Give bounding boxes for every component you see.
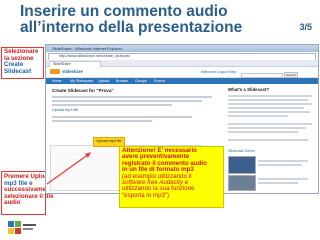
upload-mp3-link[interactable]: Upload mp3 file <box>52 108 78 112</box>
sidebar-text-line <box>228 95 312 97</box>
sidebar-text-line <box>228 139 308 141</box>
window-title: SlideShare - Windows Internet Explorer <box>52 45 123 51</box>
sidebar-text-line <box>258 160 308 162</box>
sidebar-text-line <box>228 103 312 105</box>
content-text-line <box>52 96 212 98</box>
sidebar-text-line <box>258 182 298 184</box>
sidebar-text-line <box>228 111 310 113</box>
nav-item-home[interactable]: Home <box>52 79 62 83</box>
sidebar-text-line <box>228 107 304 109</box>
page-heading: Create Slidecast for "Prova" <box>52 88 114 93</box>
sidebar-text-line <box>258 178 308 180</box>
nav-item-browse[interactable]: Browse <box>116 79 128 83</box>
content-text-line <box>52 120 152 122</box>
sidebar-subheading[interactable]: Slidecast Demo <box>228 149 255 153</box>
address-url: http://www.slideshare.net/create_slideca… <box>59 54 130 58</box>
sidebar: What's a Slidecast? Slidecast Demo <box>228 86 314 191</box>
site-nav: Home My Slidespace Upload Browse Groups … <box>46 78 318 84</box>
header-links[interactable]: Welcome Logout Help <box>201 70 236 74</box>
slide-page-number: 3/5 <box>299 22 312 32</box>
upload-mp3-button-label: Upload mp3 file <box>96 139 122 143</box>
sidebar-text-line <box>228 131 298 133</box>
sidebar-text-line <box>258 164 302 166</box>
content-text-line <box>52 104 172 106</box>
instruction-note-create-slidecast: Selezionare la sezione Create Slidecast <box>1 47 44 79</box>
attention-text: Attenzione! E’ necessario avere preventi… <box>122 147 207 199</box>
note-line: audio <box>4 199 21 207</box>
tab-label: SlideShare <box>53 62 71 66</box>
sidebar-text-line <box>228 99 308 101</box>
sidebar-text-line <box>228 127 306 129</box>
nav-item-events[interactable]: Events <box>154 79 165 83</box>
nav-item-upload[interactable]: Upload <box>98 79 109 83</box>
content-text-line <box>52 100 202 102</box>
tab-bar: SlideShare <box>46 60 318 67</box>
note-line: Slidecast <box>4 67 32 75</box>
site-header: slideshare Welcome Logout Help Search <box>46 67 318 78</box>
nav-item-my-slidespace[interactable]: My Slidespace <box>70 79 93 83</box>
attention-callout: Attenzione! E’ necessario avere preventi… <box>119 146 224 208</box>
content-text-line <box>52 116 192 118</box>
sidebar-heading: What's a Slidecast? <box>228 87 270 92</box>
demo-thumbnail[interactable] <box>228 156 256 174</box>
pointer-arrow <box>46 152 91 185</box>
arrow-head <box>85 152 91 158</box>
nav-item-groups[interactable]: Groups <box>135 79 147 83</box>
attention-line: “esporta in mp3”) <box>122 191 170 199</box>
window-titlebar: SlideShare - Windows Internet Explorer <box>46 45 318 52</box>
sidebar-text-line <box>228 115 288 117</box>
slide-title: Inserire un commento audio all’interno d… <box>20 3 243 36</box>
organization-logo-icon <box>8 221 36 234</box>
slideshare-logo-icon[interactable] <box>50 69 60 74</box>
arrow-line <box>46 153 90 185</box>
site-logo-text[interactable]: slideshare <box>62 69 83 74</box>
sidebar-text-line <box>228 123 312 125</box>
instruction-note-upload: Premere Upload mp3 file e successivament… <box>1 171 55 215</box>
demo-thumbnail[interactable] <box>228 175 256 191</box>
